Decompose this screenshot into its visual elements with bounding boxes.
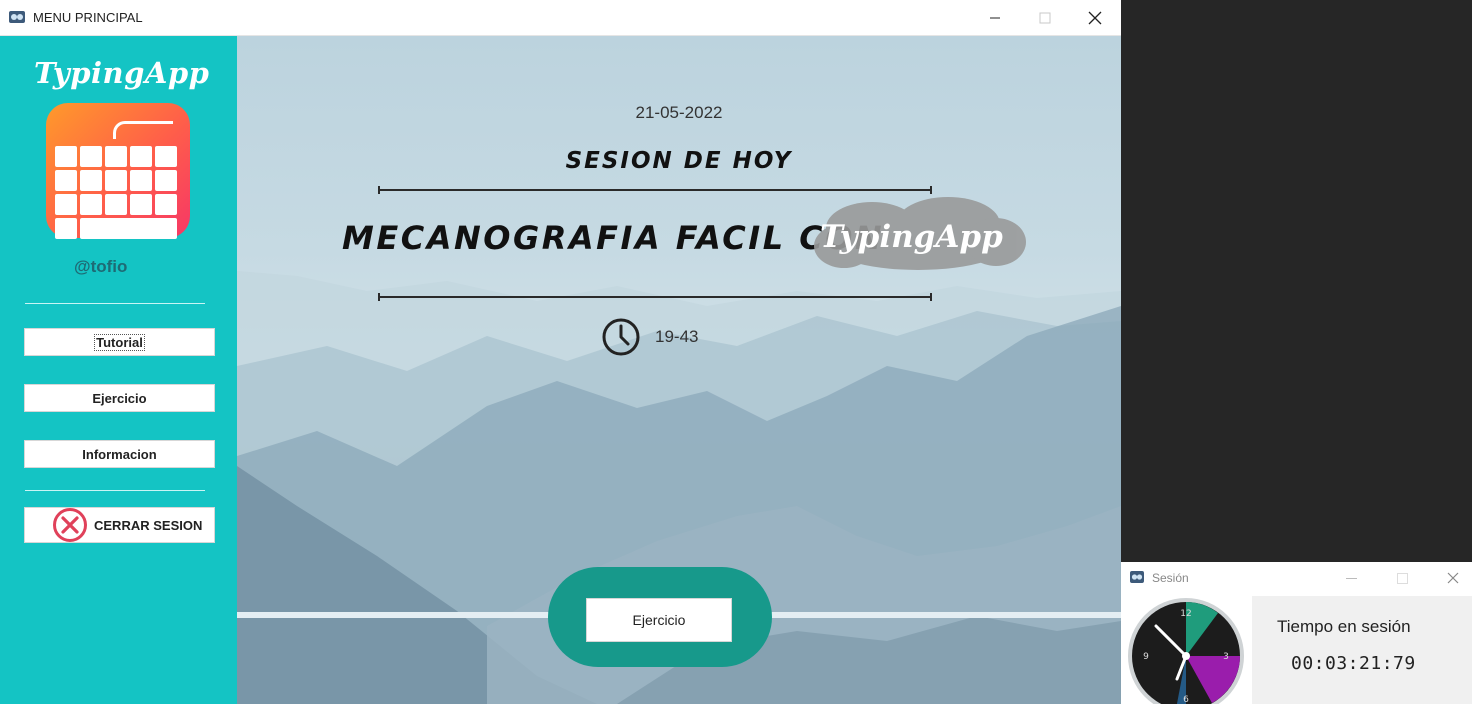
window-title: Sesión (1152, 571, 1189, 585)
ejercicio-main-button[interactable]: Ejercicio (586, 598, 732, 642)
session-time-value: 19-43 (655, 327, 699, 346)
app-icon (1130, 571, 1144, 583)
close-icon (1088, 11, 1102, 25)
title-bar: MENU PRINCIPAL (0, 0, 1121, 36)
divider (378, 293, 932, 301)
session-date: 21-05-2022 (635, 103, 723, 122)
ejercicio-button-label: Ejercicio (92, 390, 147, 406)
title-bar: Sesión (1121, 562, 1472, 594)
maximize-button[interactable] (1388, 568, 1416, 588)
ejercicio-button[interactable]: Ejercicio (24, 384, 215, 412)
main-window: MENU PRINCIPAL TypingApp @tofio Tutorial (0, 0, 1121, 704)
minimize-button[interactable] (975, 5, 1015, 31)
maximize-button[interactable] (1025, 5, 1065, 31)
app-icon (9, 11, 25, 23)
minimize-icon (1345, 577, 1357, 579)
content-area: 21-05-2022 SESION DE HOY MECANOGRAFIA FA… (237, 36, 1121, 704)
logout-button[interactable]: CERRAR SESION (24, 507, 215, 543)
session-elapsed-time: 00:03:21:79 (1291, 653, 1416, 674)
headline-brand: TypingApp (820, 219, 1003, 255)
headline: MECANOGRAFIA FACIL CON (342, 219, 885, 257)
keyboard-icon (46, 103, 190, 239)
maximize-icon (1396, 572, 1408, 584)
minimize-icon (990, 17, 1000, 19)
tutorial-button-label: Tutorial (94, 333, 145, 351)
session-window: Sesión 12 3 6 9 Tiempo en sesión 00:03:21:7… (1121, 562, 1472, 704)
close-button[interactable] (1439, 568, 1467, 588)
username: @tofio (74, 257, 128, 276)
svg-text:6: 6 (1183, 695, 1189, 704)
clock-icon (602, 318, 640, 356)
logout-button-label: CERRAR SESION (94, 517, 203, 533)
brand-title: TypingApp (34, 56, 210, 90)
analog-clock-icon: 12 3 6 9 (1128, 598, 1244, 704)
svg-text:9: 9 (1143, 652, 1149, 662)
informacion-button[interactable]: Informacion (24, 440, 215, 468)
divider (25, 303, 205, 304)
session-time: 19-43 (601, 317, 698, 357)
session-time-label: Tiempo en sesión (1277, 617, 1411, 636)
maximize-icon (1039, 12, 1051, 24)
close-icon (1447, 572, 1459, 584)
close-button[interactable] (1075, 5, 1115, 31)
divider (25, 490, 205, 491)
tutorial-button[interactable]: Tutorial (24, 328, 215, 356)
exercise-pill: Ejercicio (548, 567, 772, 667)
session-timer-panel: Tiempo en sesión 00:03:21:79 (1252, 596, 1472, 704)
svg-text:12: 12 (1180, 609, 1191, 619)
x-circle-icon (53, 508, 87, 542)
divider (378, 186, 932, 194)
window-title: MENU PRINCIPAL (33, 10, 143, 25)
sidebar: TypingApp @tofio Tutorial Ejercicio Info… (0, 36, 237, 704)
session-heading: SESION DE HOY (565, 148, 793, 174)
minimize-button[interactable] (1337, 568, 1365, 588)
informacion-button-label: Informacion (82, 446, 157, 462)
svg-text:3: 3 (1223, 652, 1229, 662)
